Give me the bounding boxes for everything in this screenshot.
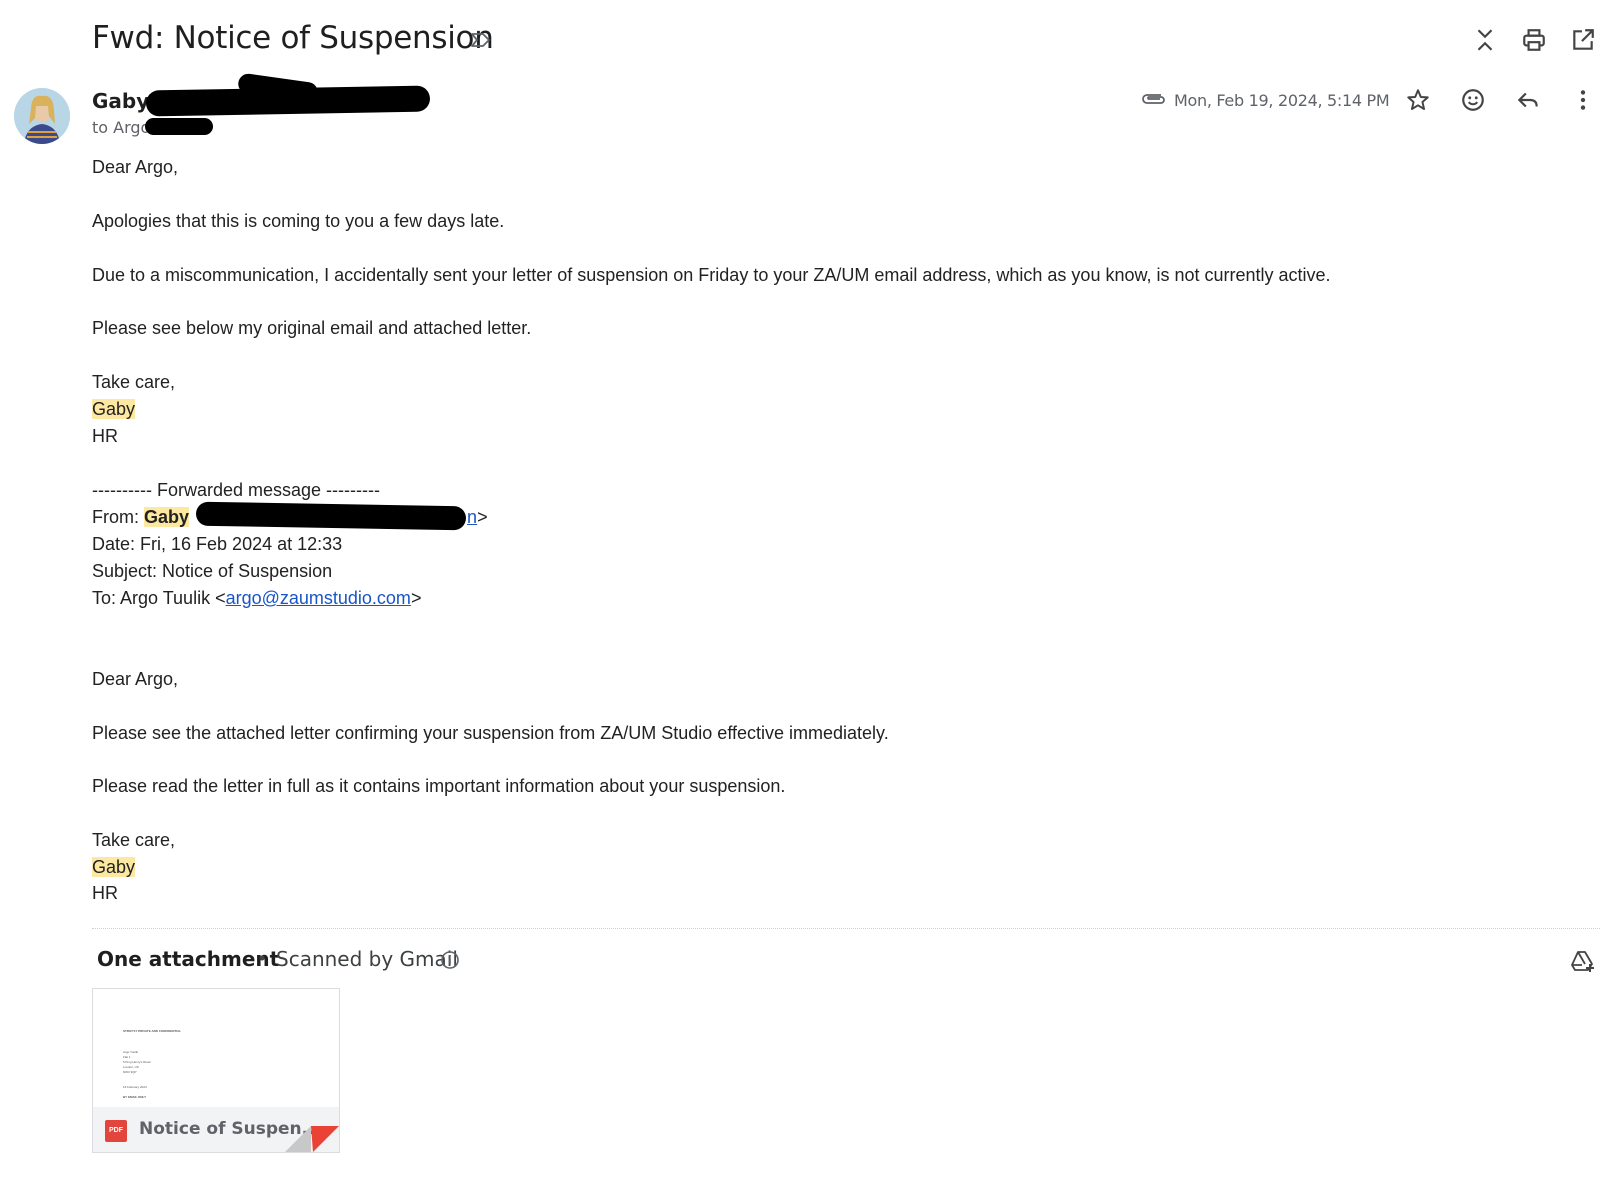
forward-subject-line: Subject: Notice of Suspension: [92, 561, 333, 581]
preview-line: STRICTLY PRIVATE AND CONFIDENTIAL: [123, 1029, 182, 1033]
recipient-line[interactable]: to Argo: [92, 118, 150, 137]
forward-signoff: Take care,: [92, 830, 176, 850]
emoji-icon[interactable]: [1460, 87, 1486, 113]
preview-line: London, UK: [123, 1065, 139, 1069]
preview-line: BY EMAIL ONLY: [123, 1095, 147, 1099]
forward-greeting: Dear Argo,: [92, 669, 179, 689]
highlighted-name: Gaby: [92, 399, 136, 419]
preview-line: Argo Tuulik: [123, 1050, 139, 1054]
open-in-new-window-icon[interactable]: [1570, 27, 1596, 53]
preview-line: 16 February 2024: [123, 1085, 147, 1089]
from-close: >: [477, 507, 488, 527]
body-signoff: Take care,: [92, 372, 176, 392]
to-email-link[interactable]: argo@zaumstudio.com: [226, 588, 411, 608]
forward-date-line: Date: Fri, 16 Feb 2024 at 12:33: [92, 534, 343, 554]
attachments-divider: [92, 928, 1600, 929]
scanned-by-gmail: Scanned by Gmail: [276, 947, 458, 971]
print-icon[interactable]: [1521, 27, 1547, 53]
email-subject: Fwd: Notice of Suspension: [92, 20, 494, 56]
attachment-card[interactable]: STRICTLY PRIVATE AND CONFIDENTIAL Argo T…: [92, 988, 340, 1153]
more-vert-icon[interactable]: [1570, 87, 1596, 113]
page-fold-icon: [285, 1126, 339, 1152]
signature-dept: HR: [92, 426, 118, 446]
from-label: From:: [92, 507, 139, 527]
redaction-mark: [145, 118, 213, 135]
expand-collapse-icon[interactable]: [1472, 27, 1498, 53]
attachment-preview: STRICTLY PRIVATE AND CONFIDENTIAL Argo T…: [93, 989, 339, 1107]
forward-signature-dept: HR: [92, 883, 118, 903]
add-to-drive-icon[interactable]: [1570, 948, 1596, 974]
forward-paragraph: Please see the attached letter confirmin…: [92, 723, 889, 743]
separator-dot: •: [259, 948, 266, 968]
avatar[interactable]: [14, 88, 70, 144]
redaction-mark: [195, 501, 467, 531]
highlighted-name: Gaby: [92, 857, 136, 877]
body-greeting: Dear Argo,: [92, 157, 179, 177]
preview-line: NW3 3QP: [123, 1070, 137, 1074]
to-suffix: >: [410, 588, 422, 608]
forward-paragraph: Please read the letter in full as it con…: [92, 776, 786, 796]
pdf-icon: PDF: [105, 1120, 127, 1142]
signature-name: Gaby: [92, 396, 136, 422]
body-paragraph: Due to a miscommunication, I accidentall…: [92, 265, 1331, 285]
from-name: Gaby: [144, 507, 190, 527]
preview-line: Flat 1: [123, 1055, 131, 1059]
from-email-link[interactable]: n: [467, 507, 477, 527]
preview-line: 5 King Henry's Road: [123, 1060, 151, 1064]
message-date: Mon, Feb 19, 2024, 5:14 PM: [1174, 91, 1390, 110]
forward-separator: ---------- Forwarded message ---------: [92, 480, 380, 500]
to-prefix: To: Argo Tuulik <: [92, 588, 226, 608]
body-paragraph: Apologies that this is coming to you a f…: [92, 211, 505, 231]
label-icon[interactable]: [468, 28, 492, 52]
reply-icon[interactable]: [1515, 87, 1541, 113]
forward-to-line: To: Argo Tuulik <argo@zaumstudio.com>: [92, 585, 421, 611]
info-icon[interactable]: [440, 950, 460, 970]
star-icon[interactable]: [1405, 87, 1431, 113]
attachments-title: One attachment: [97, 947, 280, 971]
attachment-clip-icon: [1142, 94, 1165, 104]
forward-signature-name: Gaby: [92, 854, 136, 880]
body-paragraph: Please see below my original email and a…: [92, 318, 532, 338]
sender-name: Gaby: [92, 89, 150, 113]
